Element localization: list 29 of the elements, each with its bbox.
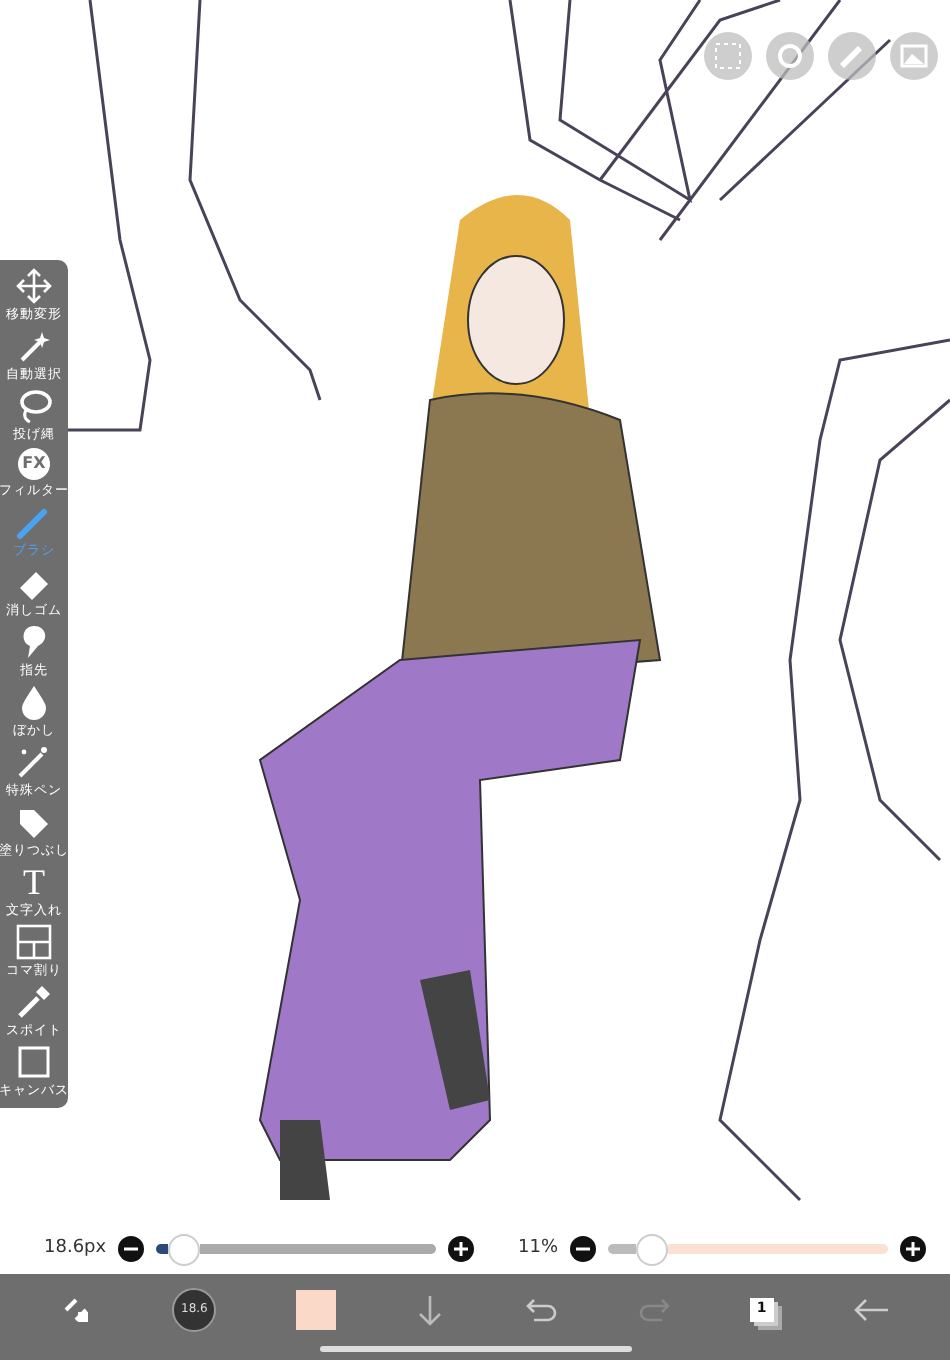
plus-icon — [906, 1242, 920, 1256]
move-arrows-icon — [16, 268, 52, 304]
bucket-icon — [16, 804, 52, 840]
plus-button[interactable] — [448, 1236, 475, 1262]
slider-reading: 11% — [518, 1235, 559, 1262]
fx-icon: FX — [18, 448, 50, 480]
text-tool-icon: T — [23, 864, 45, 900]
plus-button[interactable] — [900, 1236, 926, 1262]
down-arrow-icon[interactable] — [416, 1293, 445, 1325]
minus-button[interactable] — [570, 1236, 597, 1262]
undo-icon[interactable] — [525, 1295, 558, 1323]
plus-icon — [454, 1242, 469, 1256]
color-swatch[interactable] — [296, 1289, 337, 1329]
minus-button[interactable] — [118, 1236, 145, 1262]
back-arrow-icon[interactable] — [853, 1297, 890, 1321]
minus-icon — [124, 1242, 139, 1256]
canvas-square-icon — [16, 1044, 52, 1080]
sparkle-pen-icon — [16, 744, 52, 780]
pencil-icon[interactable] — [828, 32, 876, 80]
slider-thumb[interactable] — [635, 1233, 668, 1265]
drop-icon — [16, 684, 52, 720]
wand-icon — [16, 328, 52, 364]
slider-reading: 18.6px — [44, 1235, 107, 1262]
brush-icon — [16, 504, 52, 540]
minus-icon — [576, 1242, 591, 1256]
lasso-icon — [16, 388, 52, 424]
slider-thumb[interactable] — [168, 1233, 201, 1265]
frame-grid-icon — [16, 924, 52, 960]
dropper-icon — [16, 984, 52, 1020]
